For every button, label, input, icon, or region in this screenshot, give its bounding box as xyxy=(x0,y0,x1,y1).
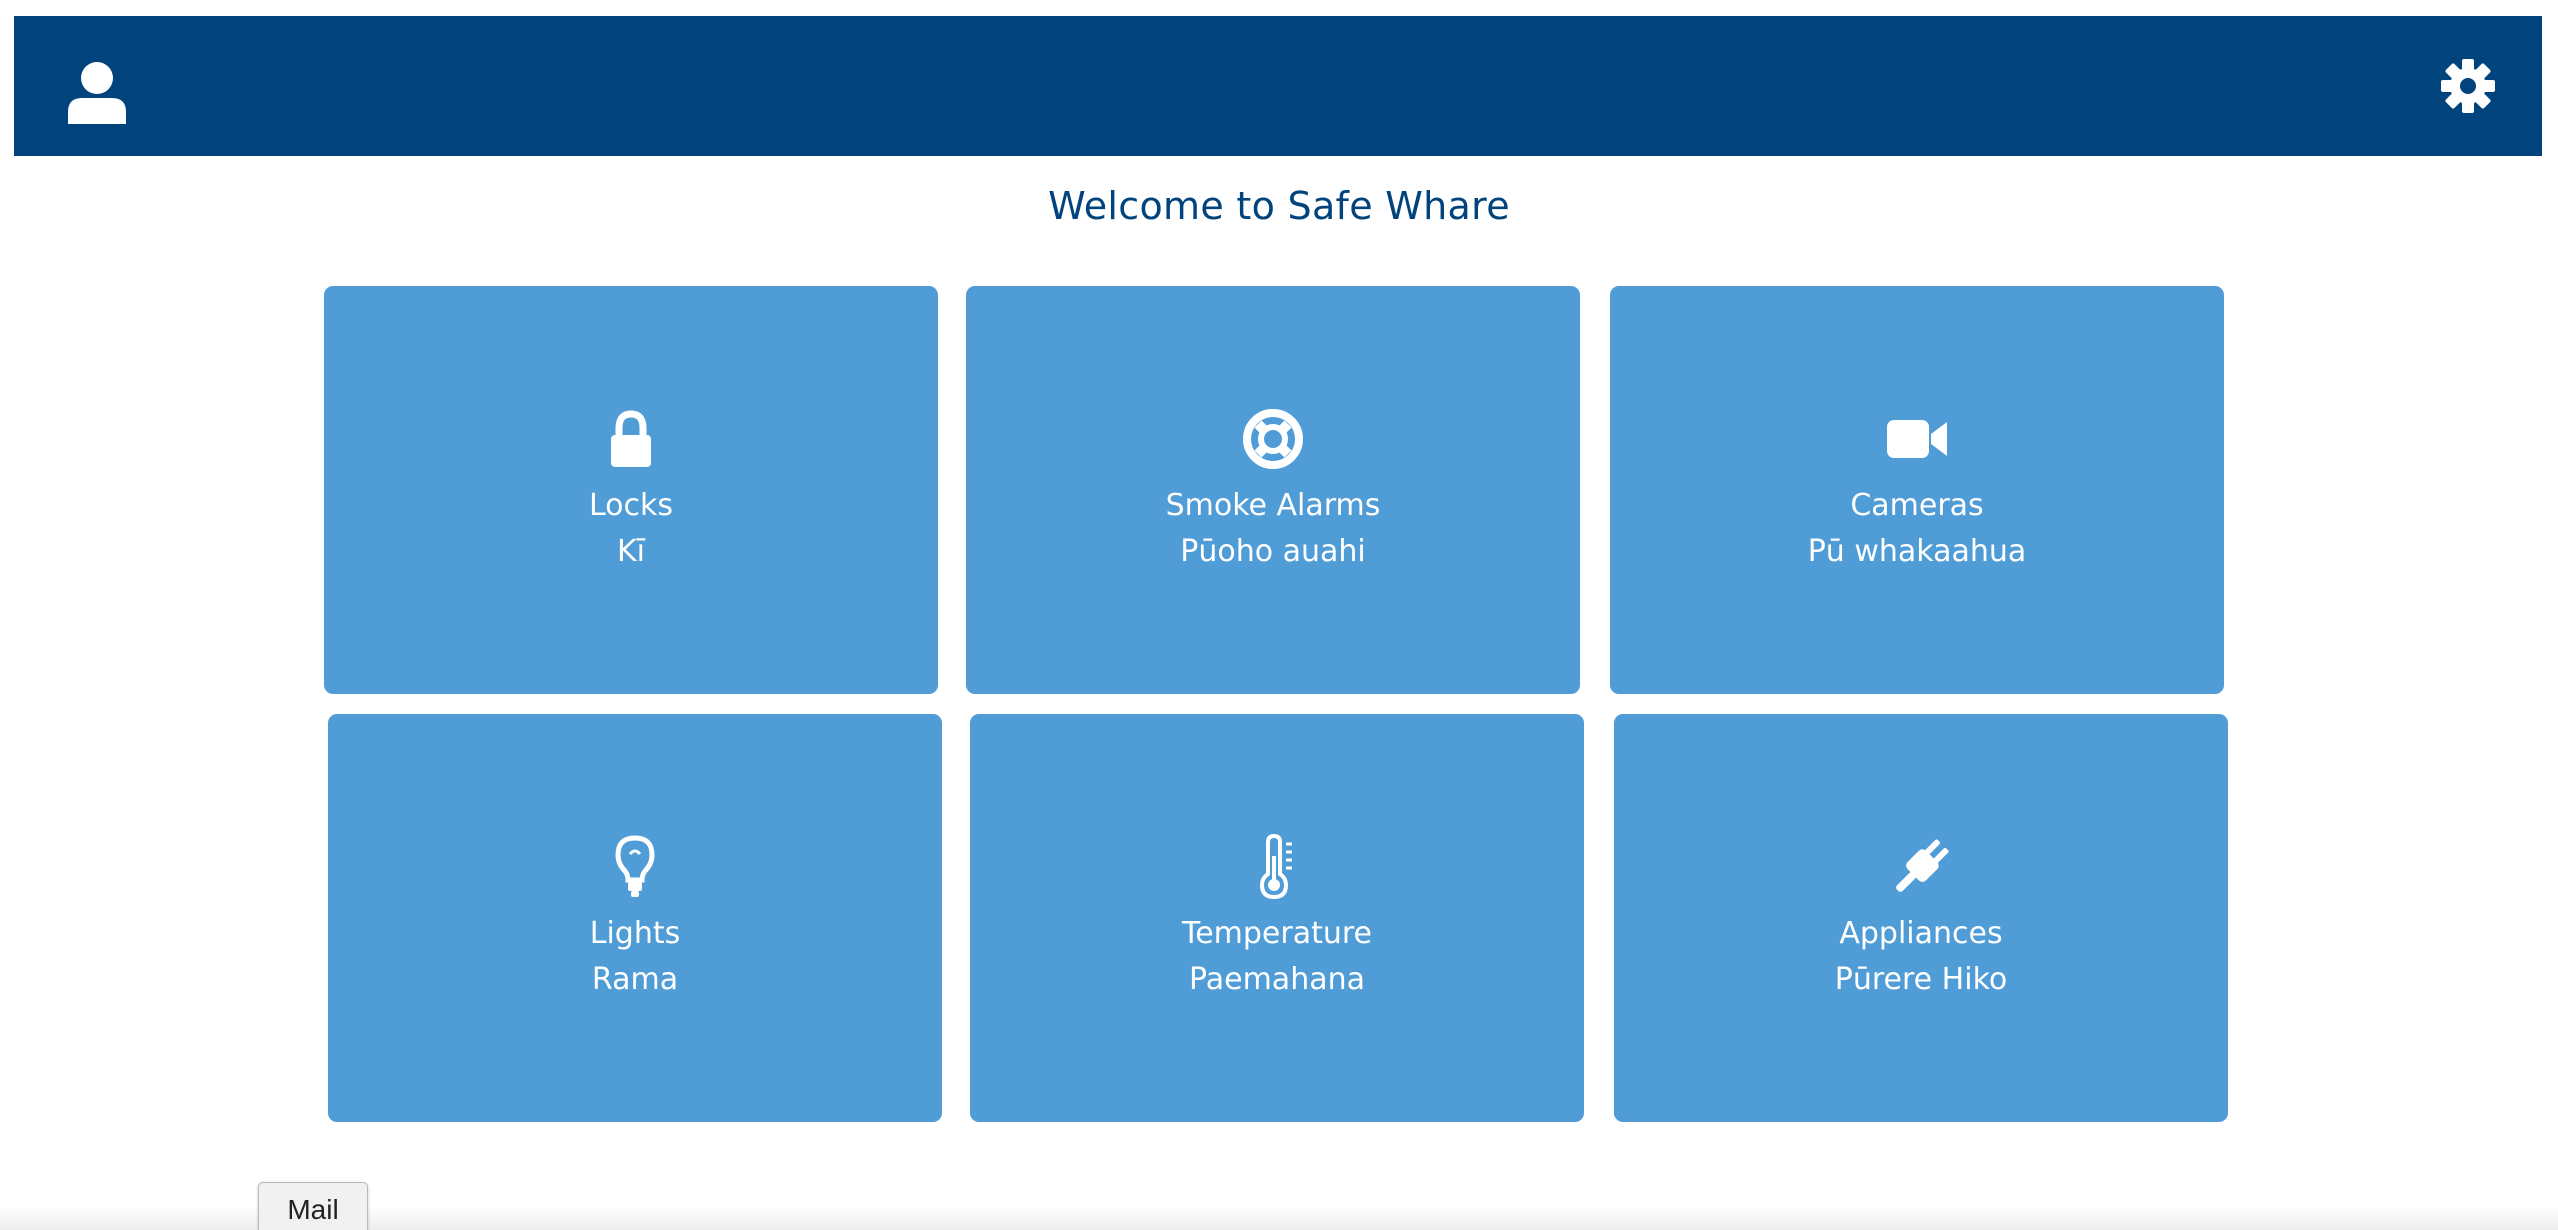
tile-label-mi: Rama xyxy=(591,962,679,997)
bottom-edge-shade xyxy=(0,1208,2558,1230)
app-page: Welcome to Safe Whare Locks Kī Smoke Ala… xyxy=(0,0,2558,1230)
tile-label-en: Appliances xyxy=(1839,916,2003,951)
plug-icon xyxy=(1896,839,1949,892)
tile-label-mi: Pū whakaahua xyxy=(1807,534,2027,569)
tile-lights[interactable]: Lights Rama xyxy=(328,714,942,1122)
tile-temperature[interactable]: Temperature Paemahana xyxy=(970,714,1584,1122)
tile-label-en: Temperature xyxy=(1181,916,1373,951)
user-icon[interactable] xyxy=(62,58,132,128)
lightbulb-icon xyxy=(615,835,655,897)
tile-smoke-alarms[interactable]: Smoke Alarms Pūoho auahi xyxy=(966,286,1580,694)
tile-label-mi: Kī xyxy=(616,534,645,569)
video-camera-icon xyxy=(1887,420,1947,458)
tile-label-mi: Pūoho auahi xyxy=(1180,534,1366,569)
tile-label-en: Locks xyxy=(588,488,674,523)
lock-icon xyxy=(611,410,651,467)
tile-label-en: Smoke Alarms xyxy=(1165,488,1381,523)
top-header-bar xyxy=(14,16,2542,156)
thermometer-icon xyxy=(1259,833,1292,900)
tile-appliances[interactable]: Appliances Pūrere Hiko xyxy=(1614,714,2228,1122)
mail-button[interactable]: Mail xyxy=(258,1182,368,1230)
page-title: Welcome to Safe Whare xyxy=(1048,184,1510,228)
tile-cameras[interactable]: Cameras Pū whakaahua xyxy=(1610,286,2224,694)
gear-icon[interactable] xyxy=(2440,58,2496,114)
tile-label-mi: Pūrere Hiko xyxy=(1834,962,2008,997)
life-ring-icon xyxy=(1243,409,1303,469)
tile-label-en: Cameras xyxy=(1850,488,1984,523)
tile-label-mi: Paemahana xyxy=(1189,962,1365,997)
tile-label-en: Lights xyxy=(589,916,681,951)
tile-locks[interactable]: Locks Kī xyxy=(324,286,938,694)
